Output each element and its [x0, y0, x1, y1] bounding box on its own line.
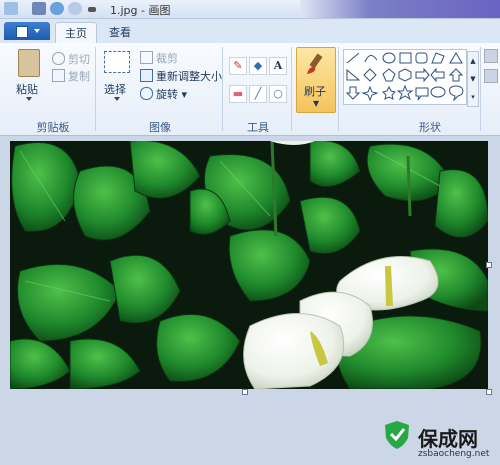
color-picker-icon[interactable]: ╱	[249, 85, 267, 103]
group-divider	[338, 47, 339, 131]
select-button[interactable]: 选择	[104, 81, 126, 97]
rotate-button[interactable]: 旋转 ▾	[140, 86, 187, 102]
resize-label: 重新调整大小	[156, 70, 222, 83]
shapes-grid	[345, 52, 464, 102]
crop-label: 裁剪	[156, 52, 178, 65]
group-divider	[291, 47, 292, 131]
tab-view[interactable]: 查看	[100, 22, 140, 43]
fill-style-icon[interactable]	[484, 69, 498, 83]
rotate-icon	[140, 87, 153, 100]
cut-button[interactable]: 剪切	[52, 51, 90, 67]
anthurium-photo	[10, 141, 488, 389]
resize-button[interactable]: 重新调整大小	[140, 68, 222, 84]
group-divider	[222, 47, 223, 131]
outline-icon[interactable]	[484, 49, 498, 63]
ribbon-tabs: 主页 查看	[0, 19, 500, 44]
window-title: 1.jpg - 画图	[110, 4, 171, 17]
resize-icon	[140, 69, 153, 82]
watermark-url: zsbaocheng.net	[418, 449, 490, 459]
redo-icon[interactable]	[68, 2, 82, 15]
fill-icon[interactable]: ◆	[249, 57, 267, 75]
shapes-gallery[interactable]	[343, 49, 467, 105]
app-icon[interactable]	[4, 2, 18, 15]
group-divider	[480, 47, 481, 131]
shapes-scrollbar[interactable]: ▲ ▼ ▾	[467, 51, 479, 107]
group-divider	[95, 47, 96, 131]
tab-home[interactable]: 主页	[55, 22, 97, 44]
title-bar: 1.jpg - 画图	[0, 0, 500, 19]
select-icon[interactable]	[104, 51, 130, 73]
resize-handle-bottom[interactable]	[242, 389, 248, 395]
file-menu-button[interactable]	[4, 22, 50, 40]
cut-label: 剪切	[68, 53, 90, 66]
chevron-down-icon	[34, 29, 40, 33]
canvas-image[interactable]	[10, 141, 488, 389]
resize-handle-right[interactable]	[486, 262, 492, 268]
customize-toolbar-icon[interactable]	[88, 7, 96, 12]
chevron-down-icon	[26, 97, 32, 101]
magnifier-icon[interactable]: ○	[269, 85, 287, 103]
brush-icon	[307, 53, 323, 74]
undo-icon[interactable]	[50, 2, 64, 15]
workspace	[0, 136, 500, 465]
scissors-icon	[52, 52, 65, 65]
eraser-icon[interactable]: ▬	[229, 85, 247, 103]
watermark: 保成网 zsbaocheng.net	[372, 420, 500, 465]
shield-icon	[385, 421, 409, 449]
ribbon: 粘贴 剪切 复制 剪贴板 选择 裁剪 重新调整大小 旋转 ▾ 图像 ✎ ◆ A …	[0, 43, 500, 136]
rotate-label: 旋转	[156, 88, 178, 101]
chevron-down-icon	[114, 97, 120, 101]
paste-button[interactable]: 粘贴	[16, 81, 38, 97]
chevron-down-icon: ▼	[313, 99, 320, 108]
pencil-icon[interactable]: ✎	[229, 57, 247, 75]
clipboard-group-label: 剪贴板	[36, 121, 70, 134]
copy-icon	[52, 69, 65, 82]
shapes-group-label: 形状	[419, 121, 441, 134]
brushes-button[interactable]: 刷子 ▼	[296, 47, 336, 113]
crop-icon	[140, 51, 153, 64]
copy-label: 复制	[68, 70, 90, 83]
resize-handle-corner[interactable]	[486, 389, 492, 395]
tools-group-label: 工具	[247, 121, 269, 134]
crop-button[interactable]: 裁剪	[140, 50, 178, 66]
paste-icon[interactable]	[18, 49, 40, 77]
copy-button[interactable]: 复制	[52, 68, 90, 84]
titlebar-glass	[300, 0, 500, 18]
document-icon	[16, 26, 28, 38]
text-icon[interactable]: A	[269, 57, 287, 75]
save-icon[interactable]	[32, 2, 46, 15]
image-group-label: 图像	[149, 121, 171, 134]
brushes-label: 刷子	[304, 85, 326, 98]
watermark-title: 保成网	[418, 427, 478, 451]
